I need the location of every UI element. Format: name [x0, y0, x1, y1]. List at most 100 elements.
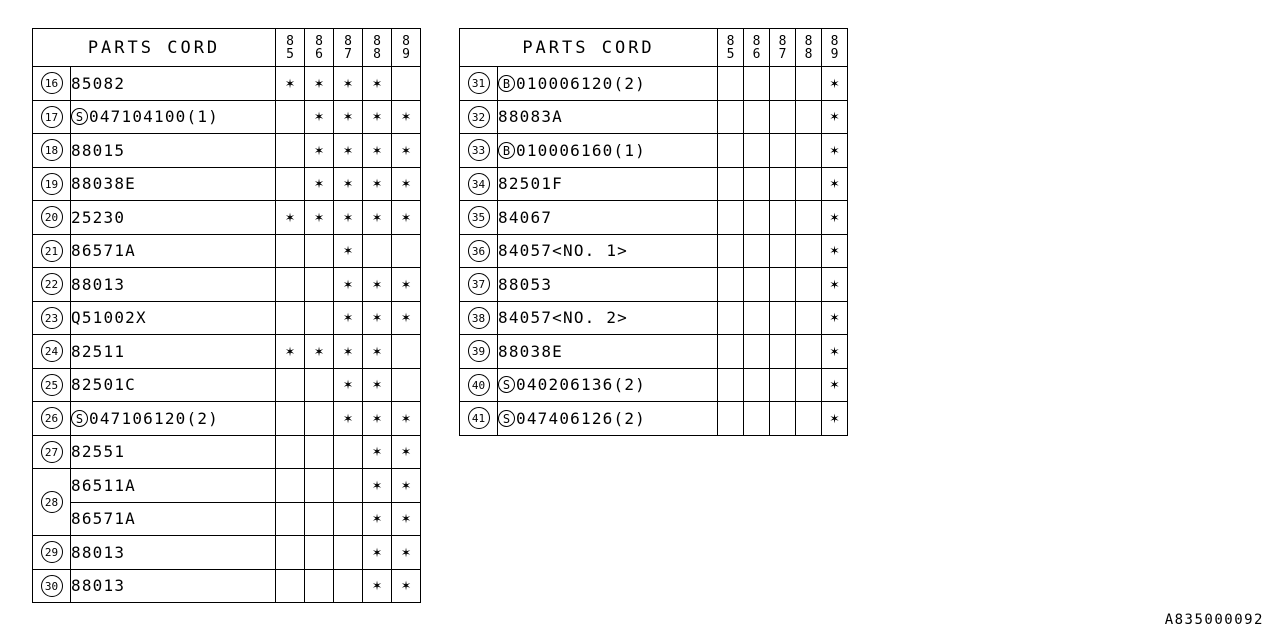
applicability-asterisk-icon: ✶ [401, 174, 411, 193]
item-index-cell: 38 [459, 300, 498, 335]
table-row[interactable]: 35 84067 ✶ [459, 200, 848, 235]
table-row[interactable]: 25 82501C ✶ ✶ [32, 367, 421, 402]
table-row[interactable]: 33 B 010006160(1) ✶ [459, 133, 848, 168]
year-digit-unit: 5 [286, 46, 294, 62]
applicability-asterisk-icon: ✶ [401, 274, 411, 293]
table-row[interactable]: 22 88013 ✶ ✶ ✶ [32, 267, 421, 302]
part-number-text: 82501C [71, 375, 136, 395]
year-mark-cell-86 [304, 568, 334, 603]
part-number-text: 047106120(2) [89, 408, 219, 428]
part-number-text: 86571A [71, 241, 136, 261]
table-row[interactable]: 18 88015 ✶ ✶ ✶ ✶ [32, 133, 421, 168]
table-row[interactable]: 34 82501F ✶ [459, 166, 848, 201]
year-mark-cell-89: ✶ [391, 166, 421, 201]
year-mark-cell-85 [275, 367, 305, 402]
table-row[interactable]: 32 88083A ✶ [459, 99, 848, 134]
part-number-cell: 88015 [70, 133, 276, 168]
year-digit-unit: 8 [804, 46, 813, 62]
year-mark-cell-88: ✶ [362, 334, 392, 369]
year-mark-cell-87: ✶ [333, 200, 363, 235]
table-row[interactable]: 38 84057<NO. 2> ✶ [459, 300, 848, 335]
applicability-asterisk-icon: ✶ [829, 174, 840, 193]
year-mark-cell-86 [304, 535, 334, 570]
year-mark-cell-85 [717, 233, 744, 268]
table-row[interactable]: 41 S 047406126(2) ✶ [459, 401, 848, 436]
part-number-cell: B 010006160(1) [497, 133, 718, 168]
applicability-asterisk-icon: ✶ [343, 107, 353, 126]
table-row[interactable]: 29 88013 ✶ ✶ [32, 535, 421, 570]
applicability-asterisk-icon: ✶ [314, 341, 324, 360]
applicability-asterisk-icon: ✶ [372, 174, 382, 193]
year-mark-cell-89: ✶ [821, 267, 848, 302]
applicability-asterisk-icon: ✶ [314, 174, 324, 193]
item-index-cell: 41 [459, 401, 498, 436]
part-number-cell: 82501F [497, 166, 718, 201]
part-number-cell: 88038E [70, 166, 276, 201]
table-row[interactable]: 36 84057<NO. 1> ✶ [459, 233, 848, 268]
table-row[interactable]: 31 B 010006120(2) ✶ [459, 66, 848, 101]
applicability-asterisk-icon: ✶ [372, 207, 382, 226]
year-mark-cell-87 [769, 233, 796, 268]
year-mark-cell-85: ✶ [275, 334, 305, 369]
year-digit-decade: 8 [373, 33, 381, 49]
applicability-asterisk-icon: ✶ [829, 241, 840, 260]
parts-cord-title: PARTS CORD [459, 28, 718, 67]
circled-index-number: 31 [467, 72, 490, 95]
item-index-cell: 22 [32, 267, 71, 302]
part-number-cell: 86571A [70, 233, 276, 268]
table-row[interactable]: 27 82551 ✶ ✶ [32, 434, 421, 469]
year-digit-decade: 8 [286, 33, 294, 49]
year-mark-cell-86 [304, 401, 334, 436]
circled-index-number: 32 [467, 105, 490, 128]
year-mark-cell-85 [275, 300, 305, 335]
year-digit-unit: 6 [315, 46, 323, 62]
table-row[interactable]: 26 S 047106120(2) ✶ ✶ ✶ [32, 401, 421, 436]
table-row[interactable]: 39 88038E ✶ [459, 334, 848, 369]
table-row[interactable]: 24 82511 ✶ ✶ ✶ ✶ [32, 334, 421, 369]
year-mark-cell-87: ✶ [333, 300, 363, 335]
table-row[interactable]: 37 88053 ✶ [459, 267, 848, 302]
applicability-asterisk-icon: ✶ [829, 73, 840, 92]
table-row[interactable]: 28 86511A ✶ ✶ [32, 468, 421, 536]
circled-prefix-b-icon: B [498, 141, 515, 159]
table-row[interactable]: 16 85082 ✶ ✶ ✶ ✶ [32, 66, 421, 101]
part-number-text: 84057<NO. 1> [498, 241, 628, 261]
table-row[interactable]: 86571A ✶ ✶ [33, 501, 421, 536]
table-row[interactable]: 40 S 040206136(2) ✶ [459, 367, 848, 402]
year-mark-cell-85 [275, 233, 305, 268]
item-index-cell: 28 [32, 468, 71, 536]
year-mark-cell-86 [743, 66, 770, 101]
applicability-asterisk-icon: ✶ [314, 140, 324, 159]
table-row[interactable]: 20 25230 ✶ ✶ ✶ ✶ ✶ [32, 200, 421, 235]
year-digit-decade: 8 [726, 33, 735, 49]
circled-index-number: 16 [40, 72, 63, 95]
year-mark-cell-87 [333, 568, 363, 603]
circled-index-number: 22 [40, 273, 63, 296]
part-number-text: 88038E [71, 174, 136, 194]
year-mark-cell-88 [795, 133, 822, 168]
year-mark-cell-86: ✶ [304, 66, 334, 101]
year-column-header-89: 89 [391, 28, 421, 67]
part-number-text: 86571A [71, 509, 136, 529]
year-mark-cell-87 [769, 166, 796, 201]
part-number-text: 88013 [71, 274, 126, 294]
item-index-cell: 26 [32, 401, 71, 436]
year-mark-cell-85 [717, 200, 744, 235]
year-mark-cell-88 [795, 367, 822, 402]
table-row[interactable]: 21 86571A ✶ [32, 233, 421, 268]
year-mark-cell-89 [391, 367, 421, 402]
circled-index-number: 30 [40, 574, 63, 597]
applicability-asterisk-icon: ✶ [343, 73, 353, 92]
applicability-asterisk-icon: ✶ [401, 442, 411, 461]
circled-index-number: 34 [467, 172, 490, 195]
part-number-text: 84057<NO. 2> [498, 308, 628, 328]
part-number-text: 010006120(2) [516, 73, 646, 93]
table-row[interactable]: 19 88038E ✶ ✶ ✶ ✶ [32, 166, 421, 201]
table-row[interactable]: 30 88013 ✶ ✶ [32, 568, 421, 603]
table-row[interactable]: 23 Q51002X ✶ ✶ ✶ [32, 300, 421, 335]
table-row[interactable]: 17 S 047104100(1) ✶ ✶ ✶ ✶ [32, 99, 421, 134]
parts-cord-title: PARTS CORD [32, 28, 276, 67]
applicability-asterisk-icon: ✶ [372, 107, 382, 126]
part-number-text: 010006160(1) [516, 140, 646, 160]
year-mark-cell-88 [795, 66, 822, 101]
